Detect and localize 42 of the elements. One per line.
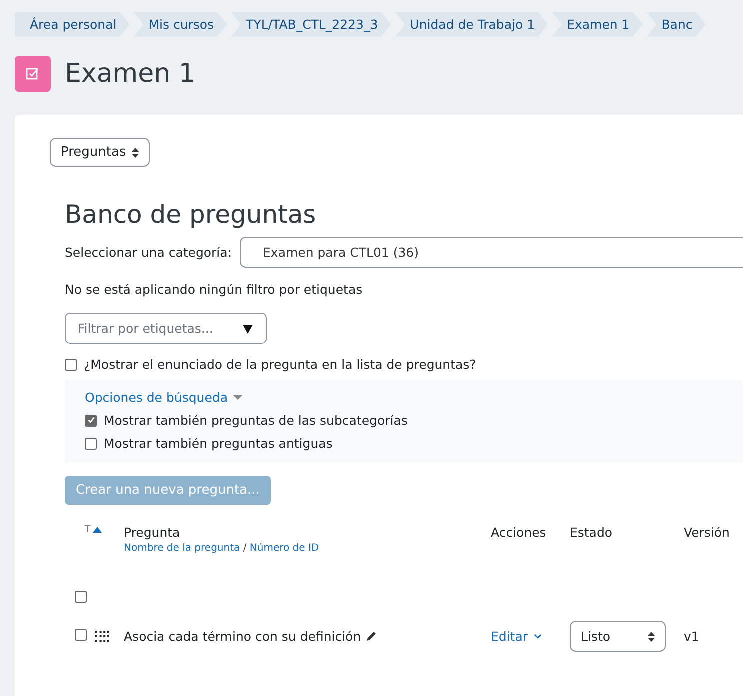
select-all-checkbox[interactable] bbox=[75, 591, 87, 603]
separator: / bbox=[243, 543, 247, 554]
sort-link[interactable]: Nombre de la pregunta bbox=[124, 543, 240, 554]
column-header: Pregunta bbox=[124, 525, 180, 540]
search-options-toggle[interactable]: Opciones de búsqueda bbox=[85, 390, 743, 405]
checkbox[interactable] bbox=[85, 414, 97, 426]
breadcrumb-item[interactable]: Examen 1 bbox=[552, 12, 643, 37]
checkbox-label: ¿Mostrar el enunciado de la pregunta en la lista de preguntas? bbox=[84, 357, 476, 372]
field-label: Seleccionar una categoría: bbox=[65, 245, 232, 260]
quiz-icon bbox=[15, 56, 51, 92]
breadcrumb-item[interactable]: Unidad de Trabajo 1 bbox=[395, 12, 548, 37]
dropdown-icon bbox=[242, 324, 254, 334]
checkbox[interactable] bbox=[85, 438, 97, 450]
checkbox-label: Mostrar también preguntas antiguas bbox=[104, 436, 333, 451]
sort-arrows-icon bbox=[648, 632, 655, 642]
version-text: v1 bbox=[684, 629, 700, 644]
pencil-icon[interactable] bbox=[365, 630, 378, 643]
sort-link[interactable]: Número de ID bbox=[250, 543, 320, 554]
status-select[interactable]: Listo bbox=[570, 621, 666, 652]
column-header: Estado bbox=[570, 525, 613, 540]
breadcrumb-item[interactable]: Área personal bbox=[15, 12, 130, 37]
category-select[interactable]: Examen para CTL01 (36) bbox=[240, 237, 743, 268]
page-title: Examen 1 bbox=[65, 59, 196, 89]
section-heading: Banco de preguntas bbox=[65, 200, 318, 229]
row-checkbox[interactable] bbox=[75, 629, 87, 641]
breadcrumb-item[interactable]: Mis cursos bbox=[134, 12, 228, 37]
chevron-down-icon bbox=[534, 634, 542, 640]
column-header: Acciones bbox=[491, 525, 546, 540]
tag-filter-field[interactable]: Filtrar por etiquetas... bbox=[65, 313, 267, 344]
matching-type-icon bbox=[95, 630, 109, 642]
breadcrumb-item[interactable]: TYL/TAB_CTL_2223_3 bbox=[231, 12, 392, 37]
sort-arrows-icon bbox=[132, 148, 140, 158]
column-header: Versión bbox=[684, 525, 730, 540]
sort-ascending-icon bbox=[92, 527, 102, 533]
edit-menu[interactable]: Editar bbox=[491, 629, 570, 644]
checkbox-label: Mostrar también preguntas de las subcategorías bbox=[104, 413, 408, 428]
filter-note: No se está aplicando ningún filtro por etiquetas bbox=[65, 282, 364, 297]
question-name: Asocia cada término con su definición bbox=[124, 629, 362, 644]
checkbox[interactable] bbox=[65, 358, 77, 370]
page-select[interactable]: Preguntas bbox=[50, 138, 150, 167]
breadcrumb-item[interactable]: Banc bbox=[646, 12, 706, 37]
type-sort-link[interactable]: T bbox=[85, 525, 90, 535]
